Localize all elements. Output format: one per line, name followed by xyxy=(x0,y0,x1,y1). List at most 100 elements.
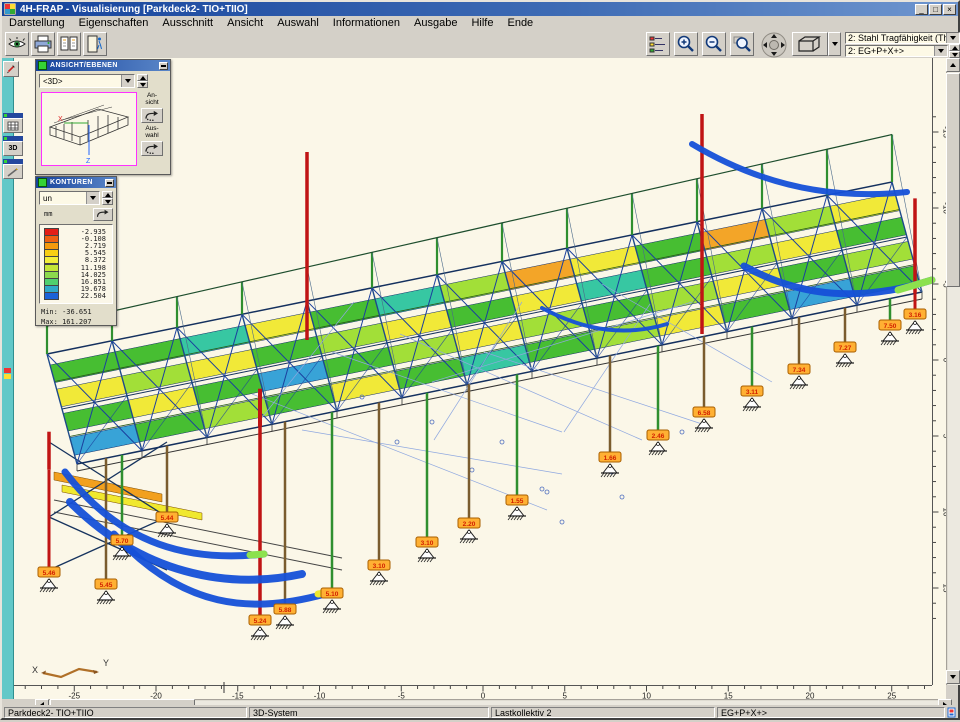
contour-settings-button[interactable] xyxy=(93,208,113,221)
contour-dropdown-arrow-icon[interactable] xyxy=(86,192,99,204)
column-label: 3.11 xyxy=(741,386,763,396)
support-symbol xyxy=(251,627,269,640)
zoom-out-icon xyxy=(704,34,724,54)
column-label: 2.20 xyxy=(458,518,480,528)
column-label: 5.44 xyxy=(156,512,178,522)
maximize-button[interactable]: □ xyxy=(929,4,942,15)
menu-ansicht[interactable]: Ansicht xyxy=(220,17,270,29)
view-dropdown-arrow-icon[interactable] xyxy=(121,75,134,87)
display-options-button[interactable] xyxy=(646,32,670,56)
axis-x-label: X xyxy=(32,665,38,675)
eye-icon xyxy=(7,34,27,54)
view-spinner[interactable] xyxy=(137,74,148,88)
column-label: 5.46 xyxy=(38,567,60,577)
support-symbol xyxy=(276,616,294,629)
curl-arrow-icon xyxy=(95,209,111,220)
curl-arrow-icon xyxy=(143,143,161,155)
column-label: 7.27 xyxy=(834,342,856,352)
exit-button[interactable] xyxy=(83,32,107,56)
report-pages-button[interactable] xyxy=(57,32,81,56)
support-symbol xyxy=(370,572,388,585)
zoom-window-button[interactable] xyxy=(730,32,754,56)
spinner-up-icon[interactable] xyxy=(102,191,113,198)
column-label: 2.46 xyxy=(647,430,669,440)
panel-konturen[interactable]: KONTUREN un mm -2.935-0.1082.7195. xyxy=(35,176,117,326)
vscroll-thumb[interactable] xyxy=(946,73,960,287)
sketch-tool-button[interactable] xyxy=(3,61,19,77)
view-settings-button[interactable] xyxy=(5,32,29,56)
zoom-out-button[interactable] xyxy=(702,32,726,56)
support-symbol xyxy=(906,321,924,334)
contour-spinner[interactable] xyxy=(102,191,113,205)
legend-swatch xyxy=(44,292,59,300)
result-type-dropdown[interactable]: 2: Stahl Tragfähigkeit (Th. 2. O xyxy=(845,32,960,44)
legend-value: 22.504 xyxy=(59,292,110,300)
menu-hilfe[interactable]: Hilfe xyxy=(464,17,500,29)
loadcase-spinner[interactable] xyxy=(949,44,960,58)
spinner-down-icon[interactable] xyxy=(949,51,960,58)
contour-legend: -2.935-0.1082.7195.5458.37211.19814.0251… xyxy=(39,224,113,304)
loadcase-value: 2: EG+P+X+> xyxy=(846,46,934,56)
ansicht-apply-button[interactable] xyxy=(141,108,163,123)
column-label: 3.10 xyxy=(368,560,390,570)
max-value: Max: 161.207 xyxy=(36,318,116,328)
menu-darstellung[interactable]: Darstellung xyxy=(2,17,72,29)
panel-icon xyxy=(38,178,47,187)
panel-titlebar[interactable]: KONTUREN xyxy=(36,177,116,188)
spinner-up-icon[interactable] xyxy=(137,74,148,81)
column-label: 5.45 xyxy=(95,579,117,589)
view-cube-dropdown[interactable] xyxy=(828,32,841,56)
spinner-down-icon[interactable] xyxy=(137,81,148,88)
view-selector-dropdown[interactable]: <3D> xyxy=(39,74,135,88)
print-button[interactable] xyxy=(31,32,55,56)
menu-eigenschaften[interactable]: Eigenschaften xyxy=(72,17,156,29)
column-label: 5.88 xyxy=(274,604,296,614)
loadcase-dropdown[interactable]: 2: EG+P+X+> xyxy=(845,45,948,57)
column-label: 3.10 xyxy=(416,537,438,547)
scroll-up-icon[interactable] xyxy=(946,58,960,72)
minimize-button[interactable]: _ xyxy=(915,4,928,15)
cube-icon xyxy=(795,34,825,54)
menu-ausgabe[interactable]: Ausgabe xyxy=(407,17,464,29)
panel-close-icon[interactable] xyxy=(159,62,168,70)
spinner-up-icon[interactable] xyxy=(949,44,960,51)
column-label: 3.16 xyxy=(904,309,926,319)
vertical-scrollbar[interactable] xyxy=(946,58,960,685)
menu-ende[interactable]: Ende xyxy=(500,17,540,29)
preview-axis-x: X xyxy=(58,116,63,123)
menu-ausschnitt[interactable]: Ausschnitt xyxy=(155,17,220,29)
pan-control[interactable] xyxy=(759,32,789,58)
loadcase-dropdown-arrow-icon[interactable] xyxy=(934,46,947,56)
panel-titlebar[interactable]: ANSICHT/EBENEN xyxy=(36,60,170,71)
spinner-down-icon[interactable] xyxy=(102,198,113,205)
svg-text:6.58: 6.58 xyxy=(698,410,711,417)
grid-icon xyxy=(7,121,19,131)
column-label: 1.55 xyxy=(506,495,528,505)
svg-text:5.70: 5.70 xyxy=(116,538,129,545)
column-label: 1.66 xyxy=(599,452,621,462)
zoom-in-button[interactable] xyxy=(674,32,698,56)
collapsed-panel-raster[interactable] xyxy=(3,113,23,133)
close-button[interactable]: × xyxy=(943,4,956,15)
result-dropdown-arrow-icon[interactable] xyxy=(946,33,959,43)
svg-text:7.50: 7.50 xyxy=(884,323,897,330)
svg-text:7.34: 7.34 xyxy=(793,367,806,374)
view-cube-button[interactable] xyxy=(792,32,828,56)
status-project: Parkdeck2- TIO+TIIO xyxy=(4,707,247,718)
menu-auswahl[interactable]: Auswahl xyxy=(270,17,326,29)
support-symbol xyxy=(418,549,436,562)
panel-close-icon[interactable] xyxy=(105,179,114,187)
collapsed-panel-pen[interactable] xyxy=(3,159,23,179)
panel-ansicht-ebenen[interactable]: ANSICHT/EBENEN <3D> xyxy=(35,59,171,175)
scroll-down-icon[interactable] xyxy=(946,670,960,684)
model-preview[interactable]: X Z xyxy=(41,92,137,166)
auswahl-apply-button[interactable] xyxy=(141,141,163,156)
title-bar[interactable]: 4H-FRAP - Visualisierung [Parkdeck2- TIO… xyxy=(2,2,958,16)
svg-text:3.10: 3.10 xyxy=(373,563,386,570)
menu-informationen[interactable]: Informationen xyxy=(326,17,407,29)
svg-text:5.24: 5.24 xyxy=(254,618,267,625)
mini-titlebar xyxy=(3,113,23,118)
contour-type-dropdown[interactable]: un xyxy=(39,191,100,205)
panel-icon xyxy=(38,61,47,70)
collapsed-panel-3d[interactable]: 3D xyxy=(3,136,23,156)
